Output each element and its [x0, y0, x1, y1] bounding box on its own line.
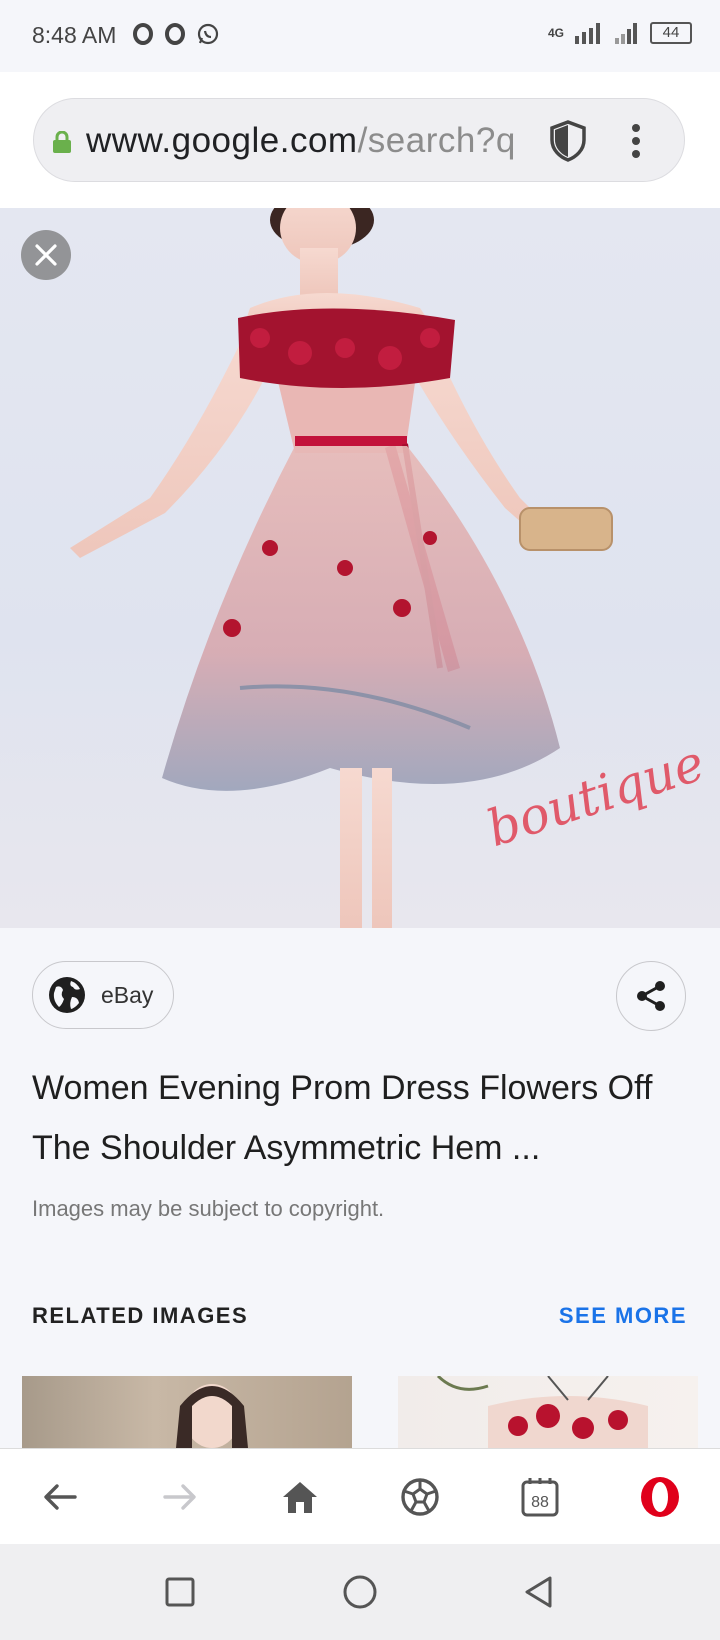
battery-icon: 44: [650, 22, 692, 44]
related-image-thumbnail[interactable]: [398, 1376, 698, 1448]
thumbnail-graphic: [176, 1384, 248, 1448]
opera-notification-icon: [165, 23, 185, 45]
copyright-note: Images may be subject to copyright.: [32, 1196, 385, 1221]
notification-icons: [132, 22, 220, 46]
opera-menu-button[interactable]: [630, 1469, 690, 1525]
menu-dots-icon[interactable]: [630, 123, 642, 159]
browser-toolbar: www.google.com/search?q: [0, 72, 720, 208]
network-type-label: 4G: [547, 26, 564, 40]
close-icon: [35, 244, 57, 266]
tabs-button[interactable]: 88: [510, 1469, 570, 1525]
lock-icon: [53, 131, 71, 153]
system-status-icons: 4G 44: [548, 22, 692, 44]
forward-icon: [163, 1484, 196, 1510]
back-triangle-icon: [525, 1576, 552, 1608]
home-circle-icon: [343, 1575, 377, 1609]
soccer-ball-icon: [401, 1478, 439, 1516]
opera-notification-icon: [133, 23, 153, 45]
system-nav-bar: [0, 1544, 720, 1640]
back-icon: [44, 1484, 77, 1510]
address-bar[interactable]: www.google.com/search?q: [33, 98, 685, 182]
home-button[interactable]: [270, 1469, 330, 1525]
related-image-thumbnail[interactable]: [22, 1376, 352, 1448]
tabs-count: 88: [531, 1494, 549, 1511]
signal-icon: [575, 23, 600, 44]
url-path: /search?q: [357, 121, 516, 160]
preview-image[interactable]: boutique: [0, 208, 720, 928]
image-title[interactable]: Women Evening Prom Dress Flowers Off The…: [32, 1058, 692, 1178]
system-back-button[interactable]: [518, 1572, 558, 1612]
url-text[interactable]: www.google.com/search?q: [86, 121, 566, 161]
see-more-link[interactable]: SEE MORE: [559, 1303, 687, 1329]
back-button[interactable]: [30, 1469, 90, 1525]
opera-menu-icon: [641, 1477, 679, 1517]
home-icon: [283, 1482, 317, 1513]
status-time: 8:48 AM: [32, 22, 117, 48]
source-chip[interactable]: eBay: [32, 961, 174, 1029]
thumbnail-graphic: [436, 1376, 648, 1448]
recents-button[interactable]: [160, 1572, 200, 1612]
sports-button[interactable]: [390, 1469, 450, 1525]
forward-button[interactable]: [150, 1469, 210, 1525]
tabs-icon: 88: [521, 1478, 559, 1517]
related-images-heading: RELATED IMAGES: [32, 1303, 249, 1328]
source-name: eBay: [101, 981, 154, 1008]
share-icon: [637, 981, 665, 1011]
status-bar: 8:48 AM 4G 44: [0, 0, 720, 72]
recents-icon: [165, 1577, 195, 1607]
whatsapp-icon: [197, 23, 219, 45]
shield-icon[interactable]: [548, 119, 588, 163]
system-home-button[interactable]: [340, 1572, 380, 1612]
share-button[interactable]: [616, 961, 686, 1031]
signal-icon-2: [615, 23, 637, 44]
url-host: www.google.com: [86, 121, 358, 160]
browser-bottom-nav: 88: [0, 1448, 720, 1545]
globe-icon: [49, 977, 85, 1013]
close-button[interactable]: [21, 230, 71, 280]
